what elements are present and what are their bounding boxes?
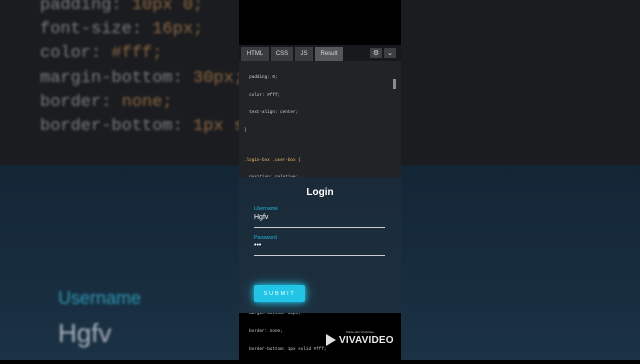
- background-code-line: color: #fff;: [40, 44, 163, 64]
- play-icon: [326, 334, 336, 346]
- background-username-value: Hgfv: [58, 318, 112, 348]
- submit-button[interactable]: SUBMIT: [254, 285, 305, 302]
- password-field[interactable]: •••: [254, 242, 261, 249]
- code-line: color: #fff;: [244, 92, 281, 98]
- code-line: .login-box .user-box {: [244, 157, 301, 163]
- editor-scrollbar[interactable]: [393, 79, 396, 89]
- background-code-line: margin-bottom: 30px;: [40, 68, 245, 88]
- username-field[interactable]: Hgfv: [254, 214, 268, 221]
- password-underline: [254, 255, 385, 256]
- gear-icon[interactable]: ⚙: [370, 48, 382, 58]
- code-line: padding: 0;: [244, 74, 278, 80]
- background-code-line: padding: 10px 0;: [40, 0, 204, 15]
- vivavideo-watermark: VIVAVIDEO: [326, 334, 394, 346]
- background-code-line: font-size: 16px;: [40, 20, 204, 40]
- tab-css[interactable]: CSS: [271, 47, 293, 61]
- background-username-label: Username: [58, 288, 142, 308]
- code-editor: HTML CSS JS Result ⚙ ⌄ padding: 0; color…: [239, 45, 401, 352]
- background-code-line: border-bottom: 1px so: [40, 117, 255, 137]
- watermark-text: VIVAVIDEO: [339, 334, 394, 346]
- username-underline: [254, 227, 385, 228]
- username-label: Username: [254, 206, 278, 212]
- editor-tab-bar: HTML CSS JS Result ⚙ ⌄: [239, 45, 401, 61]
- result-preview: Login Username Hgfv Password ••• SUBMIT: [239, 177, 401, 313]
- password-label: Password: [254, 235, 277, 241]
- code-line: border: none;: [244, 328, 283, 334]
- tab-html[interactable]: HTML: [241, 47, 269, 61]
- background-code-line: border: none;: [40, 92, 173, 112]
- tab-js[interactable]: JS: [295, 47, 313, 61]
- login-title: Login: [306, 187, 334, 198]
- code-line: }: [244, 127, 247, 133]
- chevron-down-icon[interactable]: ⌄: [384, 48, 396, 58]
- code-line: text-align: center;: [244, 110, 299, 116]
- background-code: padding: 10px 0; font-size: 16px; color:…: [40, 0, 254, 139]
- phone-screen: HTML CSS JS Result ⚙ ⌄ padding: 0; color…: [239, 0, 401, 360]
- code-line: border-bottom: 1px solid #fff;: [244, 346, 327, 352]
- tab-result[interactable]: Result: [315, 47, 343, 61]
